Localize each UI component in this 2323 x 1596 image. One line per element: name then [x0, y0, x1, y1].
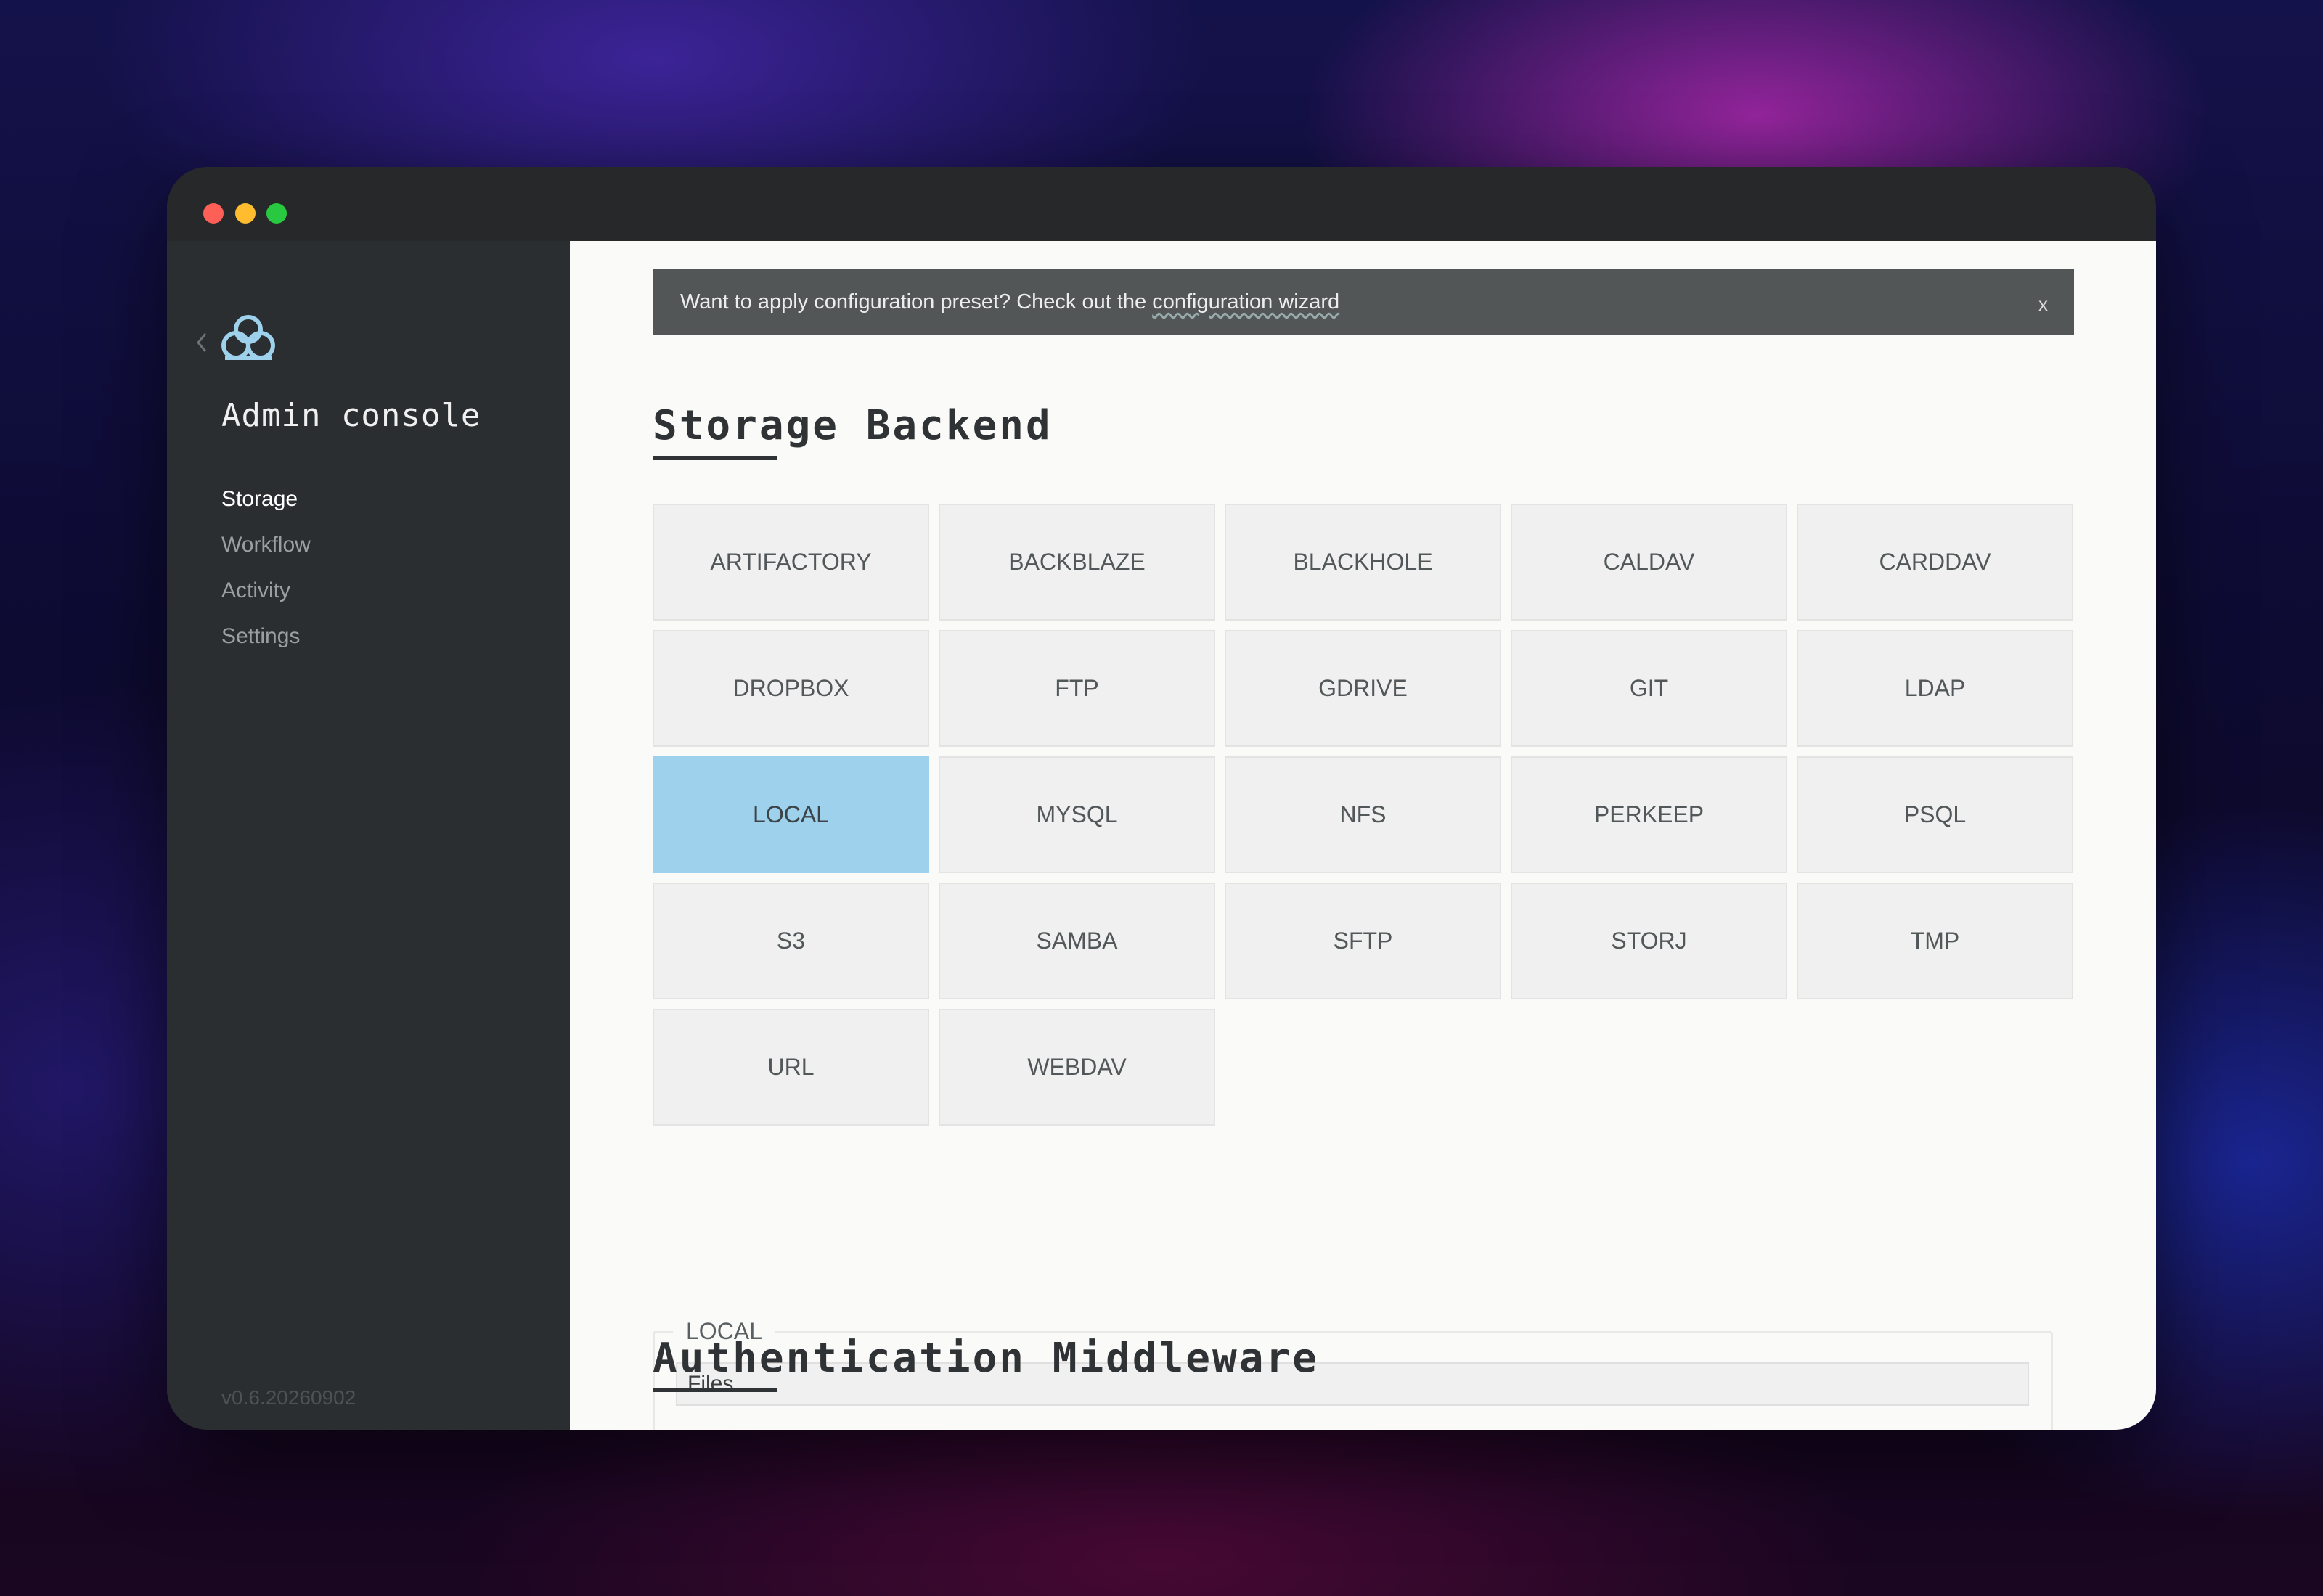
backend-gdrive-button[interactable]: GDRIVE: [1225, 630, 1501, 747]
backend-grid: ARTIFACTORY BACKBLAZE BLACKHOLE CALDAV CARDD…: [653, 504, 2074, 1126]
backend-local-button[interactable]: LOCAL: [653, 756, 929, 873]
backend-caldav-button[interactable]: CALDAV: [1511, 504, 1787, 621]
backend-url-button[interactable]: URL: [653, 1009, 929, 1126]
heading-underline: [653, 456, 777, 460]
authentication-middleware-heading: Authentication Middleware: [653, 1335, 1319, 1382]
backend-artifactory-button[interactable]: ARTIFACTORY: [653, 504, 929, 621]
console-title: Admin console: [221, 397, 481, 434]
backend-storj-button[interactable]: STORJ: [1511, 883, 1787, 999]
sidebar-item-activity[interactable]: Activity: [221, 578, 311, 623]
sidebar-item-storage[interactable]: Storage: [221, 486, 311, 532]
close-window-button[interactable]: [203, 203, 224, 224]
backend-backblaze-button[interactable]: BACKBLAZE: [939, 504, 1215, 621]
backend-perkeep-button[interactable]: PERKEEP: [1511, 756, 1787, 873]
backend-psql-button[interactable]: PSQL: [1797, 756, 2073, 873]
main-content: Want to apply configuration preset? Chec…: [570, 241, 2156, 1430]
maximize-window-button[interactable]: [266, 203, 287, 224]
backend-ftp-button[interactable]: FTP: [939, 630, 1215, 747]
heading-underline: [653, 1388, 777, 1392]
sidebar-item-workflow[interactable]: Workflow: [221, 532, 311, 578]
backend-s3-button[interactable]: S3: [653, 883, 929, 999]
app-window: Admin console Storage Workflow Activity …: [167, 167, 2156, 1430]
sidebar-item-settings[interactable]: Settings: [221, 623, 311, 669]
backend-webdav-button[interactable]: WEBDAV: [939, 1009, 1215, 1126]
backend-nfs-button[interactable]: NFS: [1225, 756, 1501, 873]
minimize-window-button[interactable]: [235, 203, 256, 224]
version-label: v0.6.20260902: [221, 1386, 356, 1409]
configuration-wizard-link[interactable]: configuration wizard: [1152, 290, 1339, 314]
storage-backend-heading: Storage Backend: [653, 402, 1053, 449]
backend-sftp-button[interactable]: SFTP: [1225, 883, 1501, 999]
backend-git-button[interactable]: GIT: [1511, 630, 1787, 747]
backend-dropbox-button[interactable]: DROPBOX: [653, 630, 929, 747]
backend-tmp-button[interactable]: TMP: [1797, 883, 2073, 999]
preset-banner: Want to apply configuration preset? Chec…: [653, 269, 2074, 335]
banner-text: Want to apply configuration preset? Chec…: [680, 290, 1147, 314]
cloud-icon: [219, 314, 277, 364]
backend-samba-button[interactable]: SAMBA: [939, 883, 1215, 999]
backend-blackhole-button[interactable]: BLACKHOLE: [1225, 504, 1501, 621]
backend-ldap-button[interactable]: LDAP: [1797, 630, 2073, 747]
backend-carddav-button[interactable]: CARDDAV: [1797, 504, 2073, 621]
backend-mysql-button[interactable]: MYSQL: [939, 756, 1215, 873]
banner-close-button[interactable]: x: [2038, 293, 2048, 316]
chevron-left-icon[interactable]: [195, 331, 209, 361]
sidebar-nav: Storage Workflow Activity Settings: [221, 486, 311, 669]
sidebar: Admin console Storage Workflow Activity …: [167, 241, 570, 1430]
title-bar: [167, 167, 2156, 241]
